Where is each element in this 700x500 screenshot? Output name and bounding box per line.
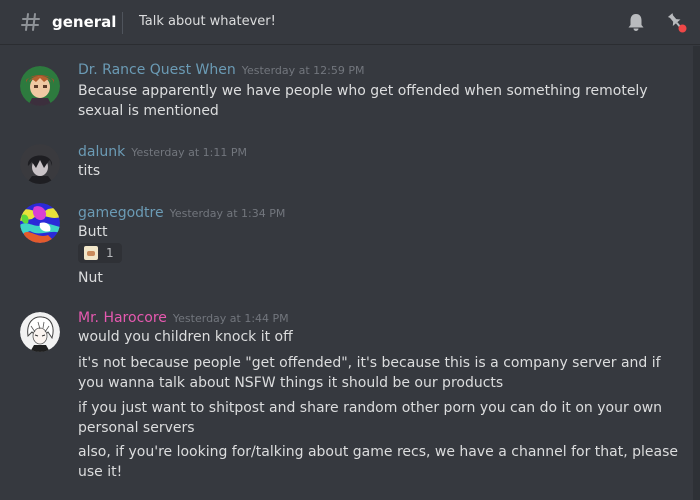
message-list: Dr. Rance Quest When Yesterday at 12:59 P… [0,45,700,500]
timestamp: Yesterday at 1:44 PM [172,312,289,325]
message-text: Nut [78,270,103,286]
message-text: it's not because people "get offended", … [78,355,661,391]
username[interactable]: Mr. Harocore [78,310,167,326]
message-header: dalunk Yesterday at 1:11 PM [78,142,247,162]
message-text: tits [78,163,101,179]
hash-icon [21,13,40,31]
username[interactable]: dalunk [78,144,125,160]
message-header: gamegodtre Yesterday at 1:34 PM [78,203,285,223]
avatar[interactable] [20,144,60,184]
timestamp: Yesterday at 1:34 PM [169,207,286,220]
pin-icon[interactable] [664,10,688,34]
header-divider [122,12,123,34]
username[interactable]: gamegodtre [78,205,164,221]
timestamp: Yesterday at 1:11 PM [131,146,247,159]
message-header: Dr. Rance Quest When Yesterday at 12:59 P… [78,60,365,80]
avatar[interactable] [20,203,60,243]
message-text: Butt [78,224,108,240]
chat-window: general Talk about whatever! Dr. Rance Q… [0,0,700,500]
message-text: also, if you're looking for/talking abou… [78,444,679,480]
channel-topic: Talk about whatever! [139,14,276,29]
message-text: Because apparently we have people who ge… [78,83,648,119]
avatar[interactable] [20,66,60,106]
bell-icon[interactable] [625,11,647,33]
reaction-button[interactable]: 1 [78,243,122,263]
message-header: Mr. Harocore Yesterday at 1:44 PM [78,308,289,328]
username[interactable]: Dr. Rance Quest When [78,62,236,78]
channel-header: general Talk about whatever! [0,0,700,45]
timestamp: Yesterday at 12:59 PM [241,64,365,77]
reaction-emoji-icon [84,246,98,260]
message-text: would you children knock it off [78,329,293,345]
message-text: if you just want to shitpost and share r… [78,400,663,436]
notification-dot [678,24,687,33]
scrollbar-track[interactable] [693,46,700,500]
avatar[interactable] [20,312,60,352]
channel-name: general [52,13,117,31]
reaction-count: 1 [106,246,114,260]
